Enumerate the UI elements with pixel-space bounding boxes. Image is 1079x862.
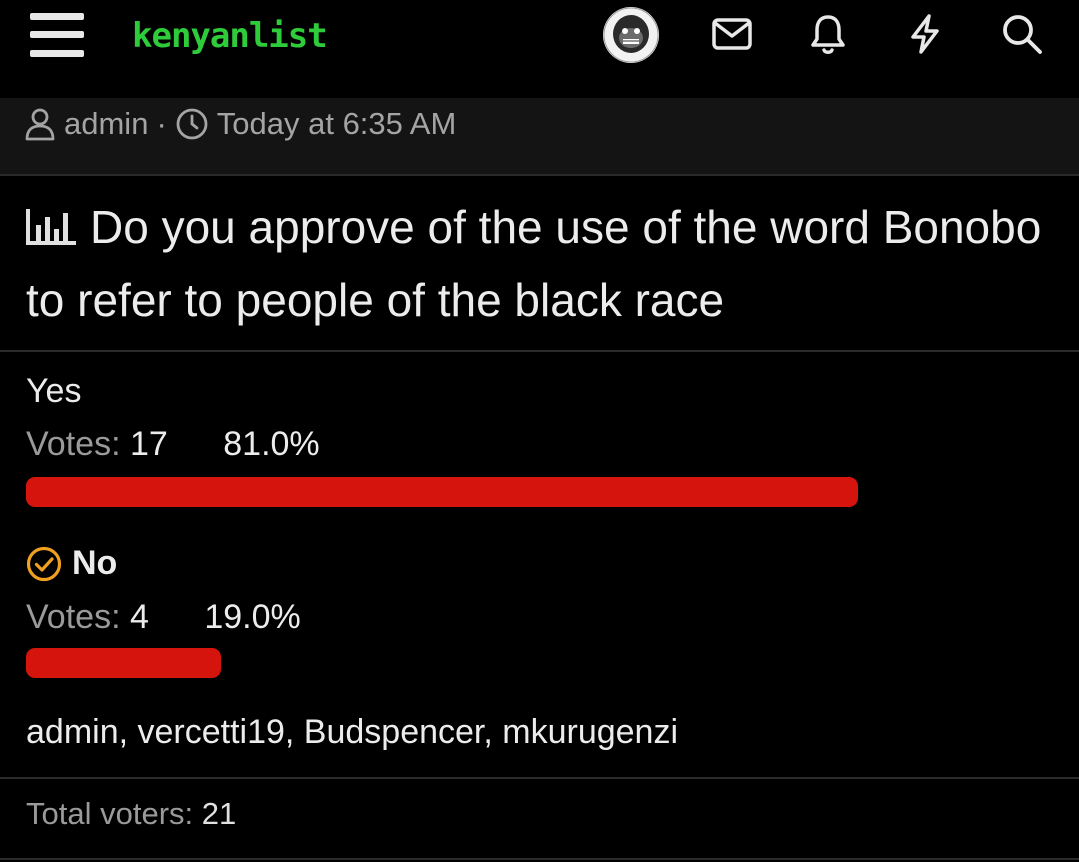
post-time[interactable]: Today at 6:35 AM [217,104,457,144]
votes-label: Votes: [26,598,121,636]
total-voters: Total voters: 21 [26,796,236,832]
votes-percent: 19.0% [204,598,301,636]
votes-count: 4 [129,598,149,636]
search-icon[interactable] [1000,12,1044,56]
votes-label: Votes: [26,425,121,463]
total-voters-label: Total voters: [26,796,194,831]
votes-percent: 81.0% [223,425,320,463]
mail-icon[interactable] [710,12,754,56]
bell-icon[interactable] [806,12,850,56]
divider [0,858,1079,860]
clock-icon [175,107,209,141]
votes-count: 17 [129,425,168,463]
poll-option-no: No [26,544,117,583]
user-icon [24,107,56,141]
check-circle-icon [26,546,62,582]
meta-separator: · [156,106,167,141]
poll-bar-no [26,648,221,678]
top-bar: kenyanlist [0,0,1079,98]
poll-question-text: Do you approve of the use of the word Bo… [26,201,1042,326]
divider [0,777,1079,779]
author-link[interactable]: admin [64,104,148,144]
poll-bar-track [26,648,1053,678]
site-logo[interactable]: kenyanlist [132,14,328,58]
poll-question: Do you approve of the use of the word Bo… [26,192,1056,336]
total-voters-value: 21 [201,796,237,831]
menu-icon[interactable] [30,13,84,57]
poll-option-no-votes: Votes: 4 19.0% [26,598,301,637]
post-meta: admin · Today at 6:35 AM [24,104,456,144]
poll-option-yes: Yes [26,372,82,410]
poll-option-yes-votes: Votes: 17 81.0% [26,425,320,464]
bar-chart-icon [26,194,76,265]
voters-list[interactable]: admin, vercetti19, Budspencer, mkurugenz… [26,713,678,752]
poll-bar-yes [26,477,858,507]
divider [0,350,1079,352]
avatar[interactable] [603,7,659,63]
poll-bar-track [26,477,1053,507]
poll-option-no-label: No [72,544,118,582]
bolt-icon[interactable] [903,12,947,56]
